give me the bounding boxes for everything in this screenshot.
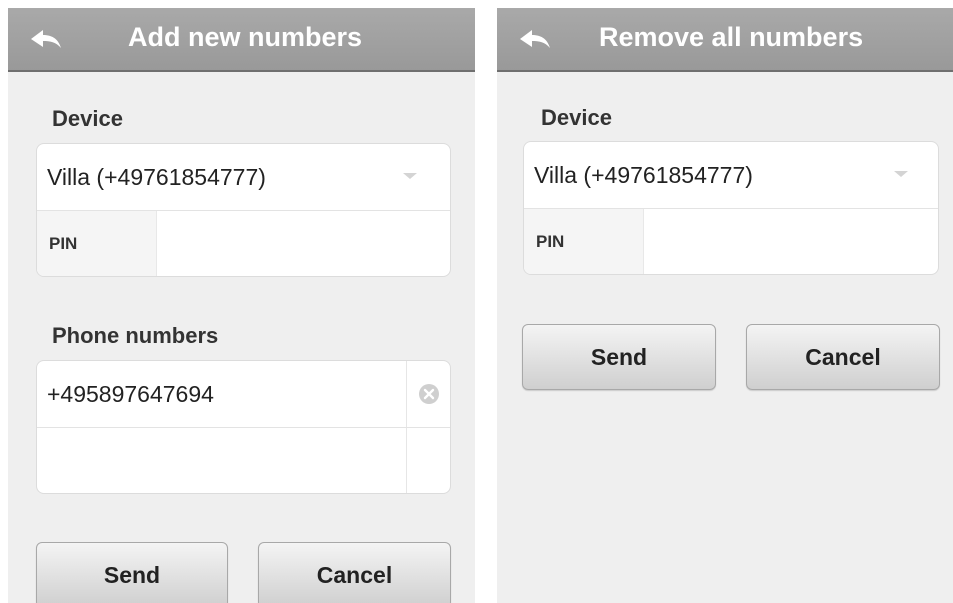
cancel-button[interactable]: Cancel — [258, 542, 451, 603]
clear-cell — [406, 428, 450, 493]
device-group: Villa (+49761854777) PIN — [36, 143, 451, 277]
device-group: Villa (+49761854777) PIN — [523, 141, 939, 275]
clear-x-icon[interactable] — [418, 383, 440, 405]
device-label: Device — [541, 105, 612, 130]
pin-label: PIN — [37, 211, 157, 276]
phone-numbers-group — [36, 360, 451, 494]
device-select[interactable]: Villa (+49761854777) — [37, 144, 450, 210]
phone-number-input[interactable] — [37, 428, 407, 493]
back-button[interactable] — [515, 24, 555, 56]
device-select-value: Villa (+49761854777) — [534, 162, 753, 188]
phone-number-input[interactable] — [37, 361, 407, 427]
chevron-down-icon — [403, 173, 417, 179]
pin-row: PIN — [524, 208, 938, 274]
top-bar: Add new numbers — [8, 8, 475, 72]
add-numbers-screen: Add new numbers Device Villa (+497618547… — [8, 8, 475, 603]
back-button[interactable] — [26, 24, 66, 56]
top-bar: Remove all numbers — [497, 8, 953, 72]
pin-row: PIN — [37, 210, 450, 276]
page-title: Remove all numbers — [599, 22, 864, 52]
device-label: Device — [52, 106, 123, 131]
chevron-down-icon — [894, 171, 908, 177]
pin-input[interactable] — [157, 211, 450, 276]
clear-cell — [406, 361, 450, 427]
remove-numbers-screen: Remove all numbers Device Villa (+497618… — [497, 8, 953, 603]
pin-input[interactable] — [644, 209, 938, 274]
send-button[interactable]: Send — [522, 324, 716, 390]
cancel-button[interactable]: Cancel — [746, 324, 940, 390]
device-select-value: Villa (+49761854777) — [47, 164, 266, 190]
pin-label: PIN — [524, 209, 644, 274]
phone-number-row — [37, 427, 450, 493]
phone-numbers-label: Phone numbers — [52, 323, 219, 348]
back-arrow-icon — [31, 30, 61, 48]
phone-number-row — [37, 361, 450, 427]
device-select[interactable]: Villa (+49761854777) — [524, 142, 938, 208]
back-arrow-icon — [520, 30, 550, 48]
send-button[interactable]: Send — [36, 542, 228, 603]
page-title: Add new numbers — [128, 22, 363, 52]
